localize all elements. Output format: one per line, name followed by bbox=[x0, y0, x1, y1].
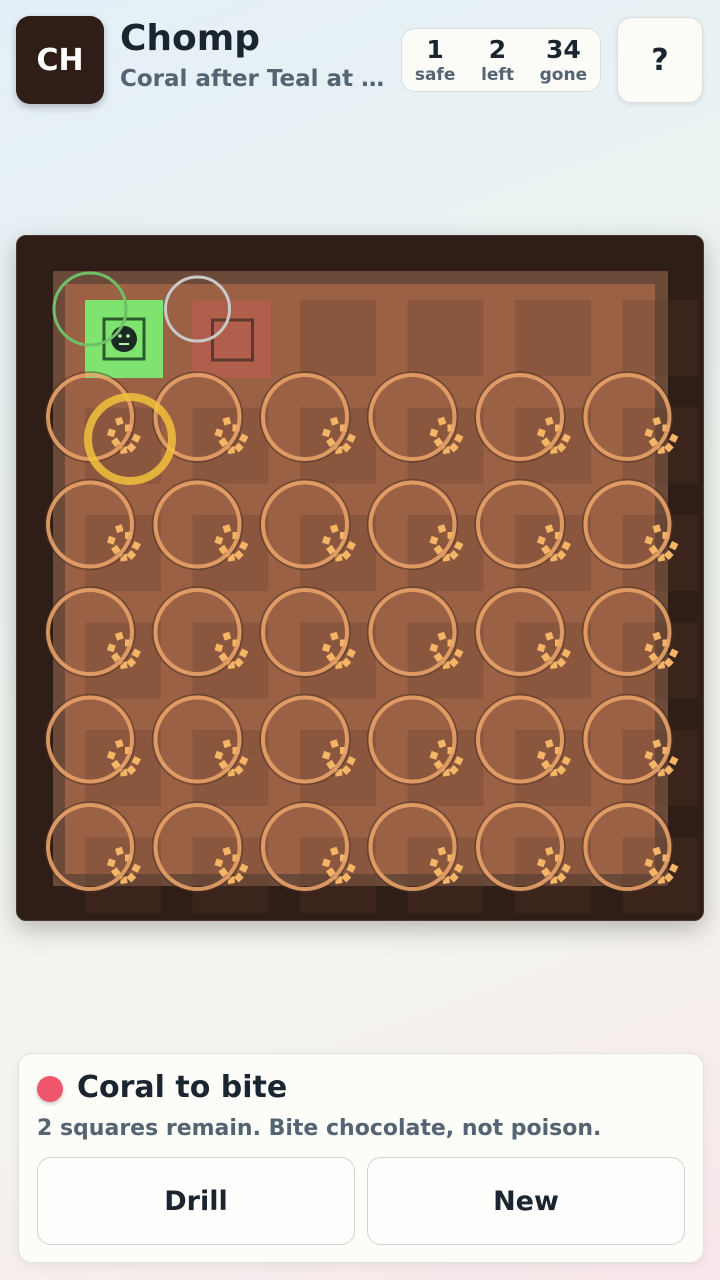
bitten-tile bbox=[300, 300, 376, 376]
poison-face-icon bbox=[111, 326, 137, 352]
help-button[interactable]: ? bbox=[617, 17, 703, 103]
stat-left: 2 left bbox=[481, 37, 514, 84]
app-title: Chomp bbox=[120, 18, 261, 59]
square-r1-c5 bbox=[515, 300, 591, 376]
turn-label: Coral to bite bbox=[77, 1070, 288, 1105]
stat-gone: 34 gone bbox=[540, 37, 587, 84]
stat-gone-value: 34 bbox=[545, 34, 581, 64]
square-r1-c4 bbox=[407, 300, 484, 376]
stats-box: 1 safe 2 left 34 gone bbox=[401, 28, 601, 92]
stat-left-label: left bbox=[481, 64, 514, 85]
square-r1-c6 bbox=[622, 300, 699, 376]
game-subtitle: Coral after Teal at … bbox=[120, 66, 385, 92]
stat-left-value: 2 bbox=[488, 34, 507, 64]
bitten-tile bbox=[515, 300, 591, 376]
drill-button[interactable]: Drill bbox=[37, 1157, 355, 1245]
app-logo: CH bbox=[16, 16, 104, 104]
poison-face-eye-right bbox=[126, 334, 130, 338]
status-text: 2 squares remain. Bite chocolate, not po… bbox=[37, 1116, 602, 1141]
player-color-dot bbox=[37, 1076, 63, 1102]
status-panel: Coral to bite 2 squares remain. Bite cho… bbox=[18, 1053, 704, 1263]
stat-gone-label: gone bbox=[539, 64, 588, 85]
stat-safe-label: safe bbox=[414, 64, 456, 85]
new-button[interactable]: New bbox=[367, 1157, 685, 1245]
game-board[interactable] bbox=[16, 235, 704, 921]
bitten-tile bbox=[407, 300, 484, 376]
poison-face-eye-left bbox=[118, 334, 122, 338]
square-r1-c3 bbox=[300, 300, 376, 376]
stat-safe: 1 safe bbox=[415, 37, 456, 84]
bitten-tile bbox=[622, 300, 699, 376]
stat-safe-value: 1 bbox=[426, 34, 444, 64]
board-canvas bbox=[44, 271, 699, 914]
square-r1-c1[interactable] bbox=[85, 300, 163, 378]
